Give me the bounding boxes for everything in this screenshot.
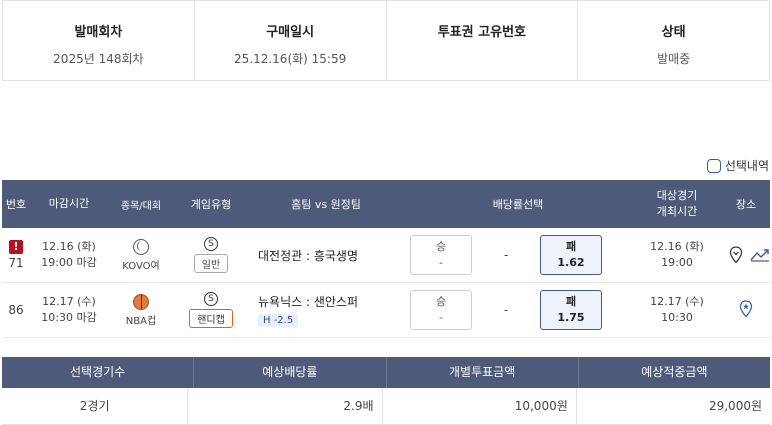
- selected-history-label: 선택내역: [724, 159, 769, 173]
- col-no: 번호: [5, 198, 27, 211]
- deadline-cell: 12.17 (수) 10:30 마감: [30, 294, 108, 326]
- col-event-time-line1: 대상경기: [656, 189, 698, 202]
- row-number-cell: 86: [2, 303, 30, 317]
- game-type-cell: S 핸디캡: [174, 292, 248, 328]
- col-place: 장소: [735, 198, 757, 211]
- selected-history-checkbox[interactable]: [706, 158, 721, 173]
- status-label: 상태: [661, 25, 686, 40]
- round-cell: 발매회차 2025년 148회차: [3, 1, 195, 80]
- col-match: 홈팀 vs 원정팀: [291, 198, 361, 211]
- summary-amount-value: 10,000원: [383, 388, 577, 424]
- lose-value: 1.62: [557, 256, 585, 269]
- game-type-tag: 핸디캡: [189, 309, 233, 328]
- ticket-info: 발매회차 2025년 148회차 구매일시 25.12.16(화) 15:59 …: [2, 0, 770, 81]
- deadline-time: 19:00 마감: [41, 256, 97, 269]
- event-time-cell: 12.17 (수) 10:30: [632, 294, 722, 326]
- purchase-cell: 구매일시 25.12.16(화) 15:59: [195, 1, 387, 80]
- summary-odds-value: 2.9배: [188, 388, 383, 424]
- col-odds: 배당률선택: [492, 198, 544, 211]
- match-cell: 대전정관 : 흥국생명: [248, 247, 404, 264]
- table-row: 86 12.17 (수) 10:30 마감 NBA컵 S 핸디캡 뉴욕닉스 : …: [2, 283, 770, 338]
- ticket-number-cell: 투표권 고유번호: [387, 1, 579, 80]
- games-table-header: 번호 마감시간 종목/대회 게임유형 홈팀 vs 원정팀 배당률선택 대상경기 …: [2, 180, 770, 228]
- status-value: 발매중: [657, 52, 691, 66]
- win-label: 승: [435, 240, 447, 253]
- draw-value: -: [504, 303, 509, 317]
- lose-label: 패: [565, 295, 577, 308]
- deadline-date: 12.16 (화): [42, 240, 96, 253]
- sport-cell: KOVO여: [108, 238, 174, 272]
- place-cell: [722, 299, 770, 321]
- event-date: 12.17 (수): [650, 295, 704, 308]
- win-value: -: [439, 256, 443, 269]
- summary-table: 선택경기수 예상배당률 개별투표금액 예상적중금액 2경기 2.9배 10,00…: [2, 357, 770, 425]
- odds-cell: 승 - - 패 1.62: [404, 228, 632, 282]
- handicap-tag: H -2.5: [258, 314, 299, 327]
- col-sport: 종목/대회: [120, 200, 162, 212]
- row-number: 71: [8, 256, 24, 270]
- status-cell: 상태 발매중: [578, 1, 769, 80]
- odds-cell: 승 - - 패 1.75: [404, 283, 632, 337]
- purchase-value: 25.12.16(화) 15:59: [234, 52, 347, 66]
- win-value: -: [439, 311, 443, 324]
- win-label: 승: [435, 295, 447, 308]
- games-table: 번호 마감시간 종목/대회 게임유형 홈팀 vs 원정팀 배당률선택 대상경기 …: [2, 180, 770, 338]
- win-odds-button[interactable]: 승 -: [410, 235, 472, 275]
- event-time: 10:30: [661, 311, 693, 324]
- match-name: 뉴욕닉스 : 샌안스퍼: [258, 295, 358, 309]
- summary-count-value: 2경기: [2, 388, 189, 424]
- lose-odds-button[interactable]: 패 1.62: [540, 235, 602, 275]
- s-badge-icon: S: [204, 237, 218, 251]
- s-badge-icon: S: [204, 292, 218, 306]
- summary-values: 2경기 2.9배 10,000원 29,000원: [2, 388, 770, 425]
- col-game-type: 게임유형: [190, 198, 232, 211]
- selected-history-toggle[interactable]: 선택내역: [706, 157, 769, 174]
- lose-odds-button[interactable]: 패 1.75: [540, 290, 602, 330]
- sport-cell: NBA컵: [108, 293, 174, 327]
- trend-icon[interactable]: [750, 248, 770, 262]
- col-event-time: 대상경기 개최시간: [632, 188, 722, 220]
- volleyball-icon: [133, 238, 149, 255]
- lose-label: 패: [565, 240, 577, 253]
- table-row: ! 71 12.16 (화) 19:00 마감 KOVO여 S 일반 대전정관 …: [2, 228, 770, 283]
- summary-count-label: 선택경기수: [2, 357, 195, 388]
- summary-amount-label: 개별투표금액: [387, 357, 579, 388]
- place-cell: [722, 246, 770, 264]
- row-number: 86: [8, 303, 24, 317]
- summary-odds-label: 예상배당률: [194, 357, 387, 388]
- round-value: 2025년 148회차: [53, 52, 144, 66]
- summary-expected-label: 예상적중금액: [641, 365, 708, 379]
- lose-value: 1.75: [557, 311, 585, 324]
- league-name: KOVO여: [122, 260, 160, 272]
- purchase-label: 구매일시: [266, 25, 315, 40]
- warning-icon[interactable]: !: [9, 240, 23, 254]
- round-label: 발매회차: [74, 25, 123, 40]
- map-pin-star-icon[interactable]: [739, 299, 753, 318]
- event-date: 12.16 (화): [650, 240, 704, 253]
- col-deadline: 마감시간: [48, 197, 90, 210]
- deadline-cell: 12.16 (화) 19:00 마감: [30, 239, 108, 271]
- deadline-date: 12.17 (수): [42, 295, 96, 308]
- row-number-cell: ! 71: [2, 240, 30, 270]
- basketball-icon: [133, 293, 149, 310]
- draw-value: -: [504, 248, 509, 262]
- deadline-time: 10:30 마감: [41, 311, 97, 324]
- match-name: 대전정관 : 흥국생명: [258, 248, 358, 263]
- ticket-number-label: 투표권 고유번호: [437, 25, 526, 40]
- map-pin-icon[interactable]: [729, 246, 743, 264]
- match-cell: 뉴욕닉스 : 샌안스퍼 H -2.5: [248, 293, 404, 327]
- win-odds-button[interactable]: 승 -: [410, 290, 472, 330]
- event-time: 19:00: [661, 256, 693, 269]
- summary-header: 선택경기수 예상배당률 개별투표금액 예상적중금액: [2, 357, 770, 388]
- game-type-tag: 일반: [193, 254, 229, 273]
- col-event-time-line2: 개최시간: [656, 205, 698, 218]
- summary-expected-value: 29,000원: [708, 399, 762, 413]
- league-name: NBA컵: [125, 315, 157, 327]
- event-time-cell: 12.16 (화) 19:00: [632, 239, 722, 271]
- game-type-cell: S 일반: [174, 237, 248, 273]
